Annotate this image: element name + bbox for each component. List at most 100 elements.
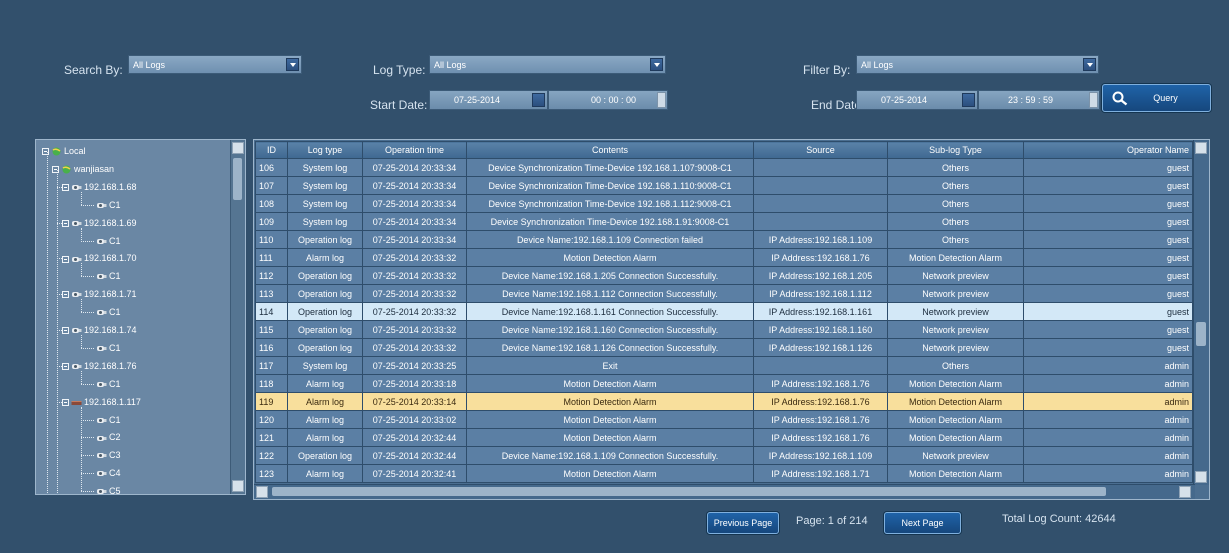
table-cell: 114	[255, 302, 288, 321]
column-header[interactable]: Operation time	[362, 141, 467, 159]
collapse-icon[interactable]	[62, 398, 69, 406]
table-row[interactable]: 114 Operation log 07-25-2014 20:33:32 Devic…	[255, 302, 1193, 321]
scroll-right-icon[interactable]	[1179, 486, 1191, 498]
start-time-spinner[interactable]	[657, 92, 666, 108]
tree-node-channel[interactable]: C1	[96, 375, 121, 393]
table-row[interactable]: 117 System log 07-25-2014 20:33:25 Exit Othe…	[255, 356, 1193, 375]
table-row[interactable]: 118 Alarm log 07-25-2014 20:33:18 Motion De…	[255, 374, 1193, 393]
column-header[interactable]: Sub-log Type	[887, 141, 1024, 159]
table-row[interactable]: 108 System log 07-25-2014 20:33:34 Device S…	[255, 194, 1193, 213]
table-scroll-thumb[interactable]	[1196, 322, 1206, 346]
tree-node-device[interactable]: 192.168.1.68	[62, 178, 137, 196]
table-row[interactable]: 115 Operation log 07-25-2014 20:33:32 Devic…	[255, 320, 1193, 339]
table-row[interactable]: 122 Operation log 07-25-2014 20:32:44 Devic…	[255, 446, 1193, 465]
tree-scroll-thumb[interactable]	[233, 158, 242, 200]
table-cell	[753, 194, 888, 213]
table-cell: Device Name:192.168.1.160 Connection Suc…	[466, 320, 754, 339]
collapse-icon[interactable]	[62, 291, 69, 299]
scroll-up-icon[interactable]	[1195, 142, 1207, 154]
tree-node-channel[interactable]: C1	[96, 196, 121, 214]
collapse-icon[interactable]	[42, 148, 49, 156]
table-row[interactable]: 123 Alarm log 07-25-2014 20:32:41 Motion De…	[255, 464, 1193, 483]
tree-node-device[interactable]: 192.168.1.70	[62, 249, 137, 267]
table-cell: Motion Detection Alarm	[466, 464, 754, 483]
tree-node-root[interactable]: Local	[42, 142, 86, 160]
tree-node-channel[interactable]: C1	[96, 411, 121, 429]
collapse-icon[interactable]	[62, 255, 69, 263]
tree-node-channel[interactable]: C3	[96, 446, 121, 464]
table-cell: IP Address:192.168.1.76	[753, 428, 888, 447]
table-row[interactable]: 109 System log 07-25-2014 20:33:34 Device S…	[255, 212, 1193, 231]
tree-node-group[interactable]: wanjiasan	[52, 160, 114, 178]
column-header[interactable]: Log type	[287, 141, 363, 159]
tree-node-label: 192.168.1.71	[84, 289, 137, 300]
table-cell: admin	[1023, 428, 1193, 447]
column-header[interactable]: Operator Name	[1023, 141, 1193, 159]
scroll-down-icon[interactable]	[232, 480, 244, 492]
table-row[interactable]: 107 System log 07-25-2014 20:33:34 Device S…	[255, 176, 1193, 195]
tree-node-device[interactable]: 192.168.1.74	[62, 321, 137, 339]
table-cell: guest	[1023, 320, 1193, 339]
collapse-icon[interactable]	[62, 183, 69, 191]
table-row[interactable]: 111 Alarm log 07-25-2014 20:33:32 Motion De…	[255, 248, 1193, 267]
start-date-field[interactable]: 07-25-2014	[429, 90, 548, 110]
log-table[interactable]: ID Log type Operation time Contents Source Su…	[253, 139, 1210, 500]
camera-icon	[97, 346, 107, 352]
tree-connector	[57, 170, 58, 494]
table-cell: 120	[255, 410, 288, 429]
query-button[interactable]: Query	[1102, 84, 1211, 112]
end-time-spinner[interactable]	[1089, 92, 1098, 108]
tree-node-channel[interactable]: C1	[96, 303, 121, 321]
tree-node-channel[interactable]: C1	[96, 339, 121, 357]
chevron-down-icon[interactable]	[1083, 58, 1096, 71]
column-header[interactable]: Source	[753, 141, 888, 159]
tree-scrollbar[interactable]	[230, 140, 245, 494]
table-vertical-scrollbar[interactable]	[1193, 140, 1209, 485]
tree-connector	[81, 240, 94, 242]
table-hscroll-thumb[interactable]	[272, 487, 1106, 496]
column-header[interactable]: Contents	[466, 141, 754, 159]
tree-node-channel[interactable]: C1	[96, 267, 121, 285]
tree-node-channel[interactable]: C4	[96, 464, 121, 482]
tree-node-channel[interactable]: C1	[96, 232, 121, 250]
search-by-dropdown[interactable]: All Logs	[128, 55, 302, 74]
tree-node-channel[interactable]: C5	[96, 482, 121, 494]
filter-by-dropdown[interactable]: All Logs	[856, 55, 1099, 74]
column-header[interactable]: ID	[255, 141, 288, 159]
tree-node-device[interactable]: 192.168.1.76	[62, 357, 137, 375]
chevron-down-icon[interactable]	[650, 58, 663, 71]
chevron-down-icon[interactable]	[286, 58, 299, 71]
end-time-field[interactable]: 23 : 59 : 59	[978, 90, 1100, 110]
table-row[interactable]: 106 System log 07-25-2014 20:33:34 Device S…	[255, 158, 1193, 177]
table-cell: guest	[1023, 302, 1193, 321]
table-row[interactable]: 116 Operation log 07-25-2014 20:33:32 Devic…	[255, 338, 1193, 357]
tree-node-channel[interactable]: C2	[96, 428, 121, 446]
table-row[interactable]: 113 Operation log 07-25-2014 20:33:32 Devic…	[255, 284, 1193, 303]
collapse-icon[interactable]	[62, 362, 69, 370]
collapse-icon[interactable]	[62, 219, 69, 227]
collapse-icon[interactable]	[62, 327, 69, 335]
calendar-dropdown-icon[interactable]	[532, 93, 545, 107]
end-date-field[interactable]: 07-25-2014	[856, 90, 978, 110]
log-type-dropdown[interactable]: All Logs	[429, 55, 666, 74]
table-row[interactable]: 121 Alarm log 07-25-2014 20:32:44 Motion De…	[255, 428, 1193, 447]
table-row[interactable]: 119 Alarm log 07-25-2014 20:33:14 Motion De…	[255, 392, 1193, 411]
tree-node-device[interactable]: 192.168.1.117	[62, 393, 141, 411]
table-row[interactable]: 110 Operation log 07-25-2014 20:33:34 Devic…	[255, 230, 1193, 249]
next-page-button[interactable]: Next Page	[884, 512, 961, 534]
scroll-down-icon[interactable]	[1195, 471, 1207, 483]
table-horizontal-scrollbar[interactable]	[254, 484, 1195, 499]
table-row[interactable]: 112 Operation log 07-25-2014 20:33:32 Devic…	[255, 266, 1193, 285]
table-cell: guest	[1023, 158, 1193, 177]
tree-node-device[interactable]: 192.168.1.71	[62, 285, 137, 303]
device-tree[interactable]: Local wanjiasan 192.168.1.68 C1 192.168.1.69…	[35, 139, 246, 495]
tree-node-device[interactable]: 192.168.1.69	[62, 214, 137, 232]
table-cell: Network preview	[887, 338, 1024, 357]
start-time-field[interactable]: 00 : 00 : 00	[548, 90, 668, 110]
calendar-dropdown-icon[interactable]	[962, 93, 975, 107]
collapse-icon[interactable]	[52, 166, 59, 174]
scroll-left-icon[interactable]	[256, 486, 268, 498]
previous-page-button[interactable]: Previous Page	[707, 512, 779, 534]
scroll-up-icon[interactable]	[232, 142, 244, 154]
table-row[interactable]: 120 Alarm log 07-25-2014 20:33:02 Motion De…	[255, 410, 1193, 429]
